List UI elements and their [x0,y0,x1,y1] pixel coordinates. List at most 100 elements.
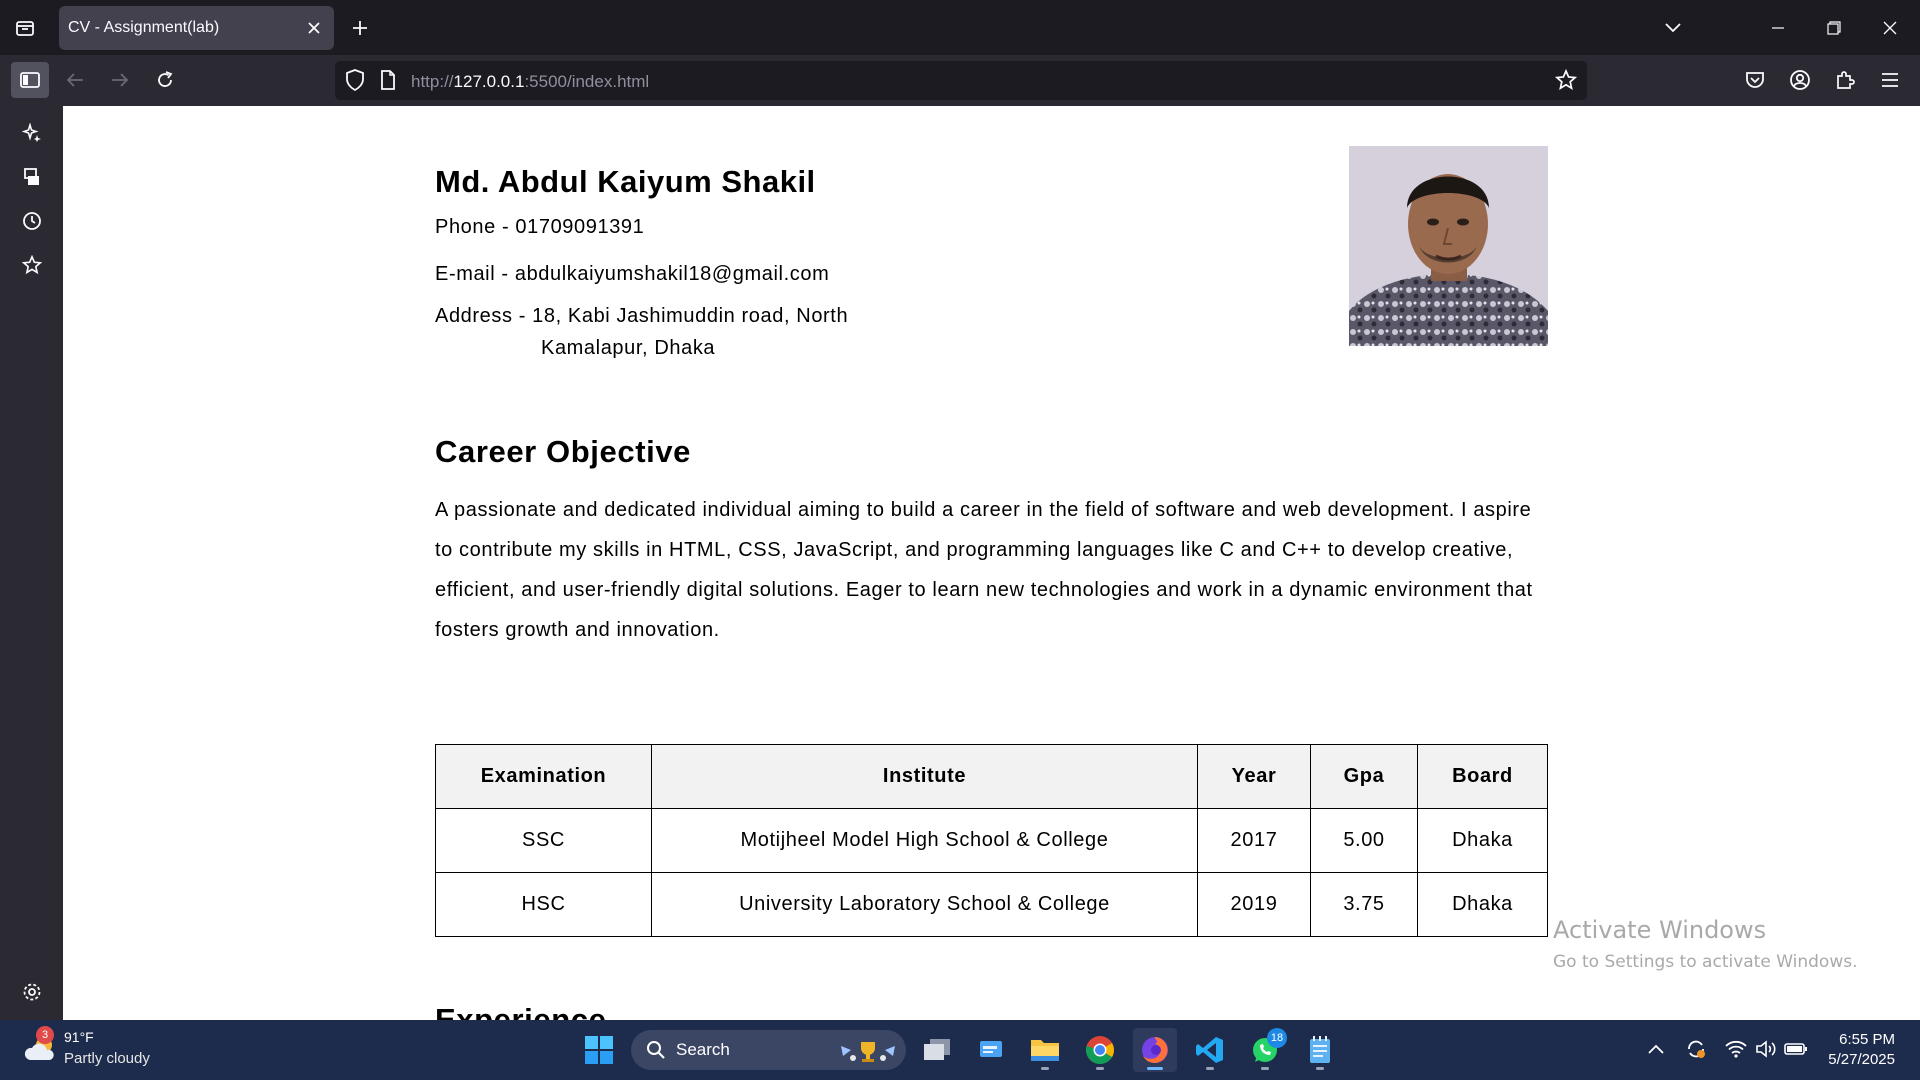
forward-arrow-icon [112,73,129,87]
new-tab-button[interactable] [343,12,377,44]
list-all-tabs-button[interactable] [1656,12,1690,44]
pocket-icon [1746,72,1764,88]
column-header-examination: Examination [435,744,652,809]
pocket-button[interactable] [1736,62,1774,98]
table-header-row: Examination Institute Year Gpa Board [435,744,1548,809]
profile-photo [1349,146,1548,346]
restore-button[interactable] [1806,0,1862,55]
table-cell: SSC [435,808,652,873]
chevron-down-icon [1665,23,1681,33]
app-menu-button[interactable] [1871,62,1909,98]
watermark-title: Activate Windows [1553,916,1767,944]
battery-icon [1784,1043,1807,1055]
shield-icon[interactable] [345,69,365,96]
sidebar-toggle-button[interactable] [11,62,49,98]
taskbar-app-firefox[interactable] [1133,1028,1177,1072]
clock-icon [23,212,41,230]
sparkle-icon [22,123,41,142]
table-cell: University Laboratory School & College [651,872,1198,937]
chrome-icon [1085,1036,1114,1064]
show-hidden-icons-button[interactable] [1643,1036,1669,1062]
sync-icon [1688,1040,1705,1058]
volume-button[interactable] [1753,1036,1779,1062]
widgets-icon [980,1041,1002,1057]
battery-button[interactable] [1783,1036,1809,1062]
table-cell: Motijheel Model High School & College [651,808,1198,873]
experience-heading: Experience [435,1002,607,1020]
page-icon[interactable] [380,70,396,95]
whatsapp-badge: 18 [1267,1028,1287,1048]
firefox-icon [1142,1037,1168,1063]
taskbar-app-notepad[interactable] [1298,1028,1342,1072]
star-icon[interactable] [1554,68,1578,96]
url-bar[interactable]: http://127.0.0.1:5500/index.html [335,61,1587,100]
tab-list-button[interactable] [8,12,42,44]
taskbar: 3 91°F Partly cloudy Search 18 6:55 PM 5… [0,1020,1920,1080]
search-icon [647,1041,665,1059]
account-button[interactable] [1781,62,1819,98]
reload-button[interactable] [146,62,184,98]
page-content: Md. Abdul Kaiyum Shakil Phone - 01709091… [63,106,1920,1020]
notepad-icon [1310,1036,1330,1063]
column-header-board: Board [1417,744,1548,809]
clock-date: 5/27/2025 [1828,1051,1895,1068]
running-indicator [1206,1067,1214,1070]
cv-name: Md. Abdul Kaiyum Shakil [435,164,816,199]
sidebar-history-button[interactable] [13,203,51,239]
table-cell: 3.75 [1310,872,1418,937]
running-indicator [1316,1067,1324,1070]
clock-time: 6:55 PM [1839,1031,1895,1048]
task-view-button[interactable] [915,1028,959,1072]
tab-close-button[interactable] [302,16,326,40]
running-indicator [1041,1067,1049,1070]
sidebar-synced-tabs-button[interactable] [13,159,51,195]
tab-bar: CV - Assignment(lab) [0,0,1920,55]
windows-logo-icon [585,1036,613,1064]
taskbar-app-vscode[interactable] [1188,1028,1232,1072]
taskbar-search[interactable]: Search [631,1030,906,1070]
sync-tray-button[interactable] [1683,1036,1709,1062]
career-objective-heading: Career Objective [435,434,692,469]
volume-icon [1756,1040,1776,1058]
start-button[interactable] [577,1028,621,1072]
tab-active[interactable]: CV - Assignment(lab) [59,6,334,50]
table-cell: Dhaka [1417,872,1548,937]
weather-temperature: 91°F [64,1029,94,1045]
close-icon [1883,21,1897,34]
sidebar-settings-button[interactable] [13,974,51,1010]
url-path: :5500/index.html [524,72,650,91]
back-button[interactable] [56,62,94,98]
cv-address-line2: Kamalapur, Dhaka [541,337,716,359]
gear-icon [23,983,41,1001]
hamburger-icon [1882,73,1898,87]
search-label: Search [676,1040,730,1059]
taskbar-clock[interactable]: 6:55 PM 5/27/2025 [1820,1030,1895,1070]
running-indicator [1261,1067,1269,1070]
close-window-button[interactable] [1862,0,1918,55]
table-cell: Dhaka [1417,808,1548,873]
sidebar-bookmarks-button[interactable] [13,247,51,283]
column-header-year: Year [1197,744,1311,809]
url-text[interactable]: http://127.0.0.1:5500/index.html [411,72,649,92]
account-icon [1790,70,1810,90]
taskbar-app-file-explorer[interactable] [1023,1028,1067,1072]
minimize-button[interactable] [1750,0,1806,55]
taskbar-app-chrome[interactable] [1078,1028,1122,1072]
cv-phone: Phone - 01709091391 [435,216,645,238]
wifi-button[interactable] [1723,1036,1749,1062]
column-header-gpa: Gpa [1310,744,1418,809]
restore-icon [1827,20,1841,35]
plus-icon [353,21,367,35]
wifi-icon [1725,1040,1747,1058]
taskbar-app-widgets[interactable] [969,1028,1013,1072]
taskbar-app-whatsapp[interactable]: 18 [1243,1028,1287,1072]
weather-widget[interactable]: 3 91°F Partly cloudy [22,1026,202,1072]
extensions-button[interactable] [1826,62,1864,98]
table-cell: HSC [435,872,652,937]
watermark-subtitle: Go to Settings to activate Windows. [1553,952,1858,972]
table-row: SSC Motijheel Model High School & Colleg… [435,808,1548,873]
chevron-up-icon [1648,1044,1664,1054]
forward-button[interactable] [101,62,139,98]
running-indicator [1147,1067,1163,1070]
sidebar-ai-chatbot-button[interactable] [13,115,51,151]
